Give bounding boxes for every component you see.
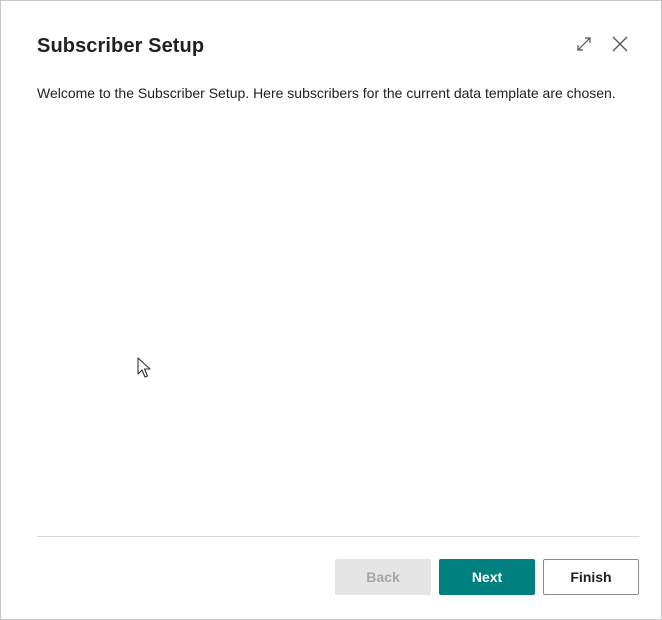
subscriber-setup-dialog: Subscriber Setup Welcome to the Subscrib… <box>0 0 662 620</box>
welcome-text: Welcome to the Subscriber Setup. Here su… <box>37 85 616 101</box>
back-button[interactable]: Back <box>335 559 431 595</box>
expand-icon[interactable] <box>573 33 595 55</box>
close-icon[interactable] <box>609 33 631 55</box>
dialog-header-actions <box>573 33 631 55</box>
footer-divider <box>37 536 639 537</box>
dialog-title: Subscriber Setup <box>37 35 205 57</box>
finish-button[interactable]: Finish <box>543 559 639 595</box>
dialog-footer: Back Next Finish <box>335 559 639 595</box>
mouse-cursor-icon <box>136 357 154 379</box>
next-button[interactable]: Next <box>439 559 535 595</box>
